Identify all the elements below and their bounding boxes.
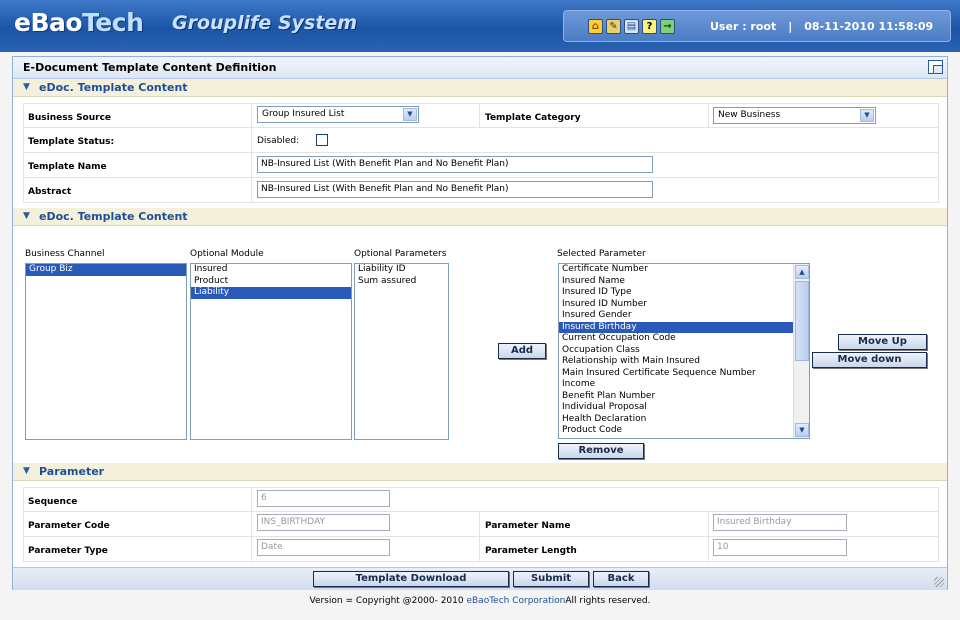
parameter-length-input[interactable]: 10 xyxy=(713,539,847,556)
selected-parameter-list[interactable]: Certificate Number Insured Name Insured ID… xyxy=(558,263,810,439)
panel-header: E-Document Template Content Definition xyxy=(13,57,947,79)
home-icon[interactable]: ⌂ xyxy=(588,19,603,34)
row-parameter-code: Parameter Code INS_BIRTHDAY Parameter Na… xyxy=(23,512,939,537)
back-button[interactable]: Back xyxy=(593,571,649,587)
top-banner: eBaoTech Grouplife System ⌂ ✎ ▤ ? → User… xyxy=(0,0,960,52)
chevron-down-icon: ▼ xyxy=(403,108,417,121)
selected-parameter-label: Selected Parameter xyxy=(557,249,646,259)
list-item[interactable]: Sum assured xyxy=(355,276,448,288)
user-panel: ⌂ ✎ ▤ ? → User : root | 08-11-2010 11:58:0… xyxy=(563,10,951,42)
footer: Version = Copyright @2000- 2010 eBaoTech… xyxy=(309,596,651,606)
template-name-label: Template Name xyxy=(28,162,107,172)
template-status-label: Template Status: xyxy=(28,137,115,147)
datetime: 08-11-2010 11:58:09 xyxy=(804,20,934,33)
abstract-label: Abstract xyxy=(28,187,72,197)
parameter-type-input[interactable]: Date xyxy=(257,539,390,556)
list-item[interactable]: Income xyxy=(559,379,809,391)
list-item[interactable]: Insured Birthday xyxy=(559,321,809,333)
row-template-name: Template Name NB-Insured List (With Bene… xyxy=(23,153,939,178)
exit-icon[interactable]: → xyxy=(660,19,675,34)
parameter-type-label: Parameter Type xyxy=(28,546,108,556)
collapse-arrow-icon: ▼ xyxy=(23,466,30,476)
move-down-button[interactable]: Move down xyxy=(812,352,927,368)
sequence-label: Sequence xyxy=(28,497,78,507)
template-category-label: Template Category xyxy=(485,113,581,123)
template-name-input[interactable]: NB-Insured List (With Benefit Plan and N… xyxy=(257,156,653,173)
optional-parameters-list[interactable]: Liability ID Sum assured xyxy=(354,263,449,440)
parameter-code-input[interactable]: INS_BIRTHDAY xyxy=(257,514,390,531)
help-icon[interactable]: ? xyxy=(642,19,657,34)
logo: eBaoTech xyxy=(14,8,144,37)
disabled-checkbox[interactable] xyxy=(316,134,328,146)
disabled-label: Disabled: xyxy=(257,136,300,146)
parameter-length-label: Parameter Length xyxy=(485,546,577,556)
list-item[interactable]: Group Biz xyxy=(26,264,186,276)
optional-parameters-label: Optional Parameters xyxy=(354,249,447,259)
list-item[interactable]: Main Insured Certificate Sequence Number xyxy=(559,368,809,380)
business-source-select[interactable]: Group Insured List ▼ xyxy=(257,106,419,123)
parameter-name-label: Parameter Name xyxy=(485,521,571,531)
list-scrollbar[interactable]: ▲ ▼ xyxy=(793,264,809,438)
business-source-label: Business Source xyxy=(28,113,112,123)
monitor-icon[interactable]: ▤ xyxy=(624,19,639,34)
business-channel-label: Business Channel xyxy=(25,249,105,259)
section-header-template-content[interactable]: ▼ eDoc. Template Content xyxy=(13,79,947,97)
scroll-down-icon[interactable]: ▼ xyxy=(795,423,809,437)
resize-grip-icon[interactable] xyxy=(934,577,944,587)
scroll-up-icon[interactable]: ▲ xyxy=(795,265,809,279)
sequence-input[interactable]: 6 xyxy=(257,490,390,507)
list-item[interactable]: Insured ID Number xyxy=(559,299,809,311)
list-item[interactable]: Insured ID Type xyxy=(559,287,809,299)
row-template-status: Template Status: Disabled: xyxy=(23,128,939,153)
restore-window-icon[interactable] xyxy=(928,60,943,74)
chevron-down-icon: ▼ xyxy=(860,109,874,122)
list-item[interactable]: Occupation Class xyxy=(559,345,809,357)
list-item[interactable]: Insured Gender xyxy=(559,310,809,322)
list-item[interactable]: Benefit Plan Number xyxy=(559,391,809,403)
list-item[interactable]: Insured xyxy=(191,264,351,276)
scroll-thumb[interactable] xyxy=(795,281,809,361)
collapse-arrow-icon: ▼ xyxy=(23,82,30,92)
list-item[interactable]: Insured Name xyxy=(559,276,809,288)
abstract-input[interactable]: NB-Insured List (With Benefit Plan and N… xyxy=(257,181,653,198)
row-sequence: Sequence 6 xyxy=(23,487,939,512)
main-panel: E-Document Template Content Definition ▼… xyxy=(12,56,948,590)
list-item[interactable]: Individual Proposal xyxy=(559,402,809,414)
list-item[interactable]: Product xyxy=(191,276,351,288)
action-bar: Template Download Submit Back xyxy=(13,567,947,590)
business-channel-list[interactable]: Group Biz xyxy=(25,263,187,440)
page-title: E-Document Template Content Definition xyxy=(23,61,277,74)
remove-button[interactable]: Remove xyxy=(558,443,644,459)
list-item[interactable]: Health Declaration xyxy=(559,414,809,426)
row-parameter-type: Parameter Type Date Parameter Length 10 xyxy=(23,537,939,562)
add-button[interactable]: Add xyxy=(498,343,546,359)
row-abstract: Abstract NB-Insured List (With Benefit P… xyxy=(23,178,939,203)
list-item[interactable]: Certificate Number xyxy=(559,264,809,276)
optional-module-label: Optional Module xyxy=(190,249,264,259)
parameter-name-input[interactable]: Insured Birthday xyxy=(713,514,847,531)
system-title: Grouplife System xyxy=(172,12,358,34)
list-item[interactable]: Product Code xyxy=(559,425,809,437)
collapse-arrow-icon: ▼ xyxy=(23,211,30,221)
section-header-parameter[interactable]: ▼ Parameter xyxy=(13,463,947,481)
optional-module-list[interactable]: Insured Product Liability xyxy=(190,263,352,440)
list-item[interactable]: Liability ID xyxy=(355,264,448,276)
parameter-code-label: Parameter Code xyxy=(28,521,110,531)
list-item[interactable]: Relationship with Main Insured xyxy=(559,356,809,368)
row-business-source: Business Source Group Insured List ▼ Temp… xyxy=(23,103,939,128)
notes-icon[interactable]: ✎ xyxy=(606,19,621,34)
template-download-button[interactable]: Template Download xyxy=(313,571,509,587)
template-category-select[interactable]: New Business ▼ xyxy=(713,107,876,124)
list-item[interactable]: Liability xyxy=(191,287,351,299)
submit-button[interactable]: Submit xyxy=(513,571,589,587)
section-header-template-content-2[interactable]: ▼ eDoc. Template Content xyxy=(13,208,947,226)
user-label: User : root xyxy=(710,20,777,33)
company-link[interactable]: eBaoTech Corporation xyxy=(466,596,565,606)
list-item[interactable]: Current Occupation Code xyxy=(559,333,809,345)
move-up-button[interactable]: Move Up xyxy=(838,334,927,350)
